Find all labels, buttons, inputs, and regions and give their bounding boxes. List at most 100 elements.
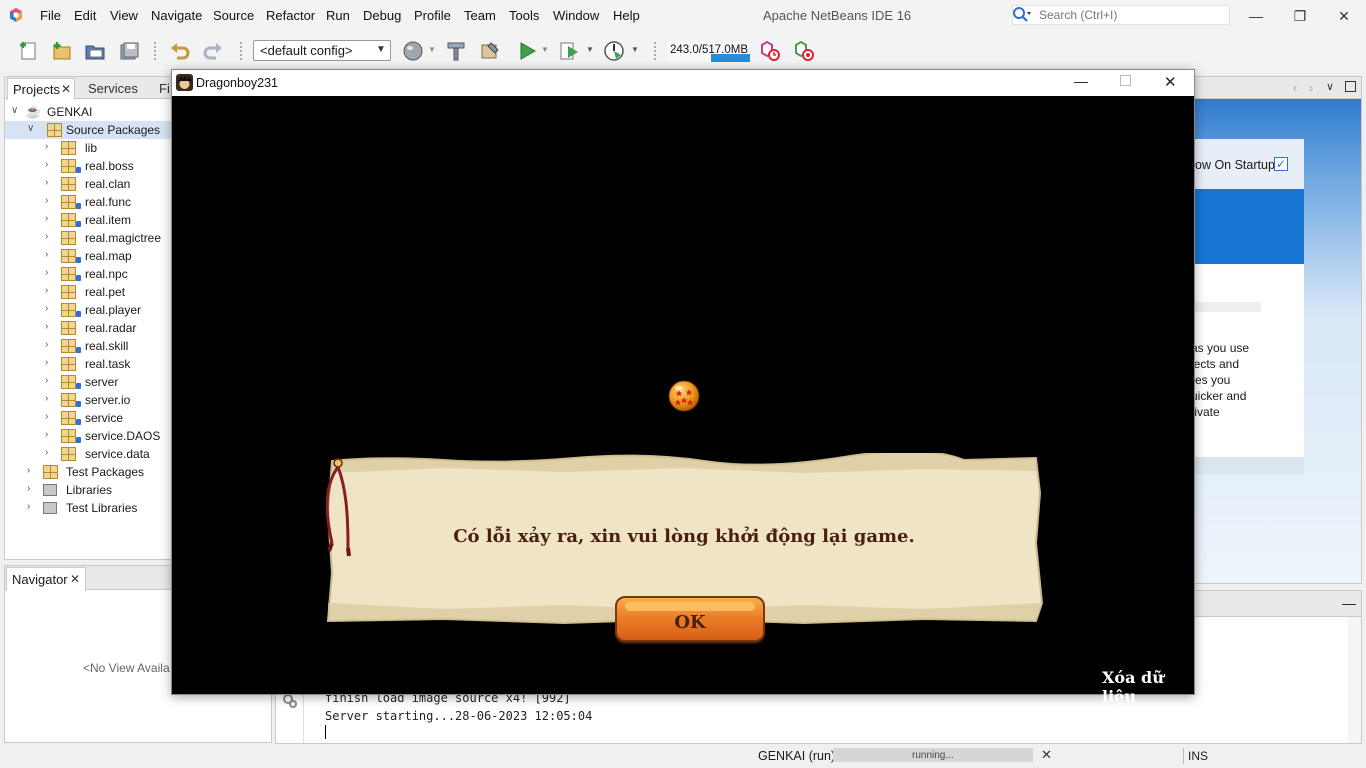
output-scrollbar[interactable]: [1348, 617, 1361, 743]
tab-navigator[interactable]: Navigator ✕: [6, 567, 86, 591]
snapshot-profiler-icon[interactable]: [793, 40, 815, 62]
menu-tools[interactable]: Tools: [509, 8, 539, 23]
test-libraries-node[interactable]: › Test Libraries: [5, 499, 173, 517]
package-node[interactable]: › real.pet: [5, 283, 173, 301]
menu-refactor[interactable]: Refactor: [266, 8, 315, 23]
close-icon[interactable]: ✕: [61, 82, 71, 96]
undo-icon[interactable]: [169, 40, 191, 62]
package-label: real.magictree: [85, 231, 162, 245]
menu-file[interactable]: File: [40, 8, 61, 23]
clear-data-button[interactable]: Xóa dữ liệu: [1102, 668, 1194, 706]
package-icon: [61, 339, 76, 353]
package-label: real.skill: [85, 339, 129, 353]
dragonboy-app-icon: [176, 74, 193, 91]
menu-help[interactable]: Help: [613, 8, 640, 23]
open-project-icon[interactable]: [84, 40, 106, 62]
package-node[interactable]: › real.boss: [5, 157, 173, 175]
badge-icon: [76, 275, 81, 281]
close-button[interactable]: ✕: [1334, 6, 1354, 26]
minimize-button[interactable]: —: [1246, 6, 1266, 26]
menu-window[interactable]: Window: [553, 8, 599, 23]
restore-button[interactable]: ❐: [1290, 6, 1310, 26]
package-node[interactable]: › server: [5, 373, 173, 391]
chevron-right-icon: ›: [45, 339, 49, 350]
close-icon[interactable]: ✕: [70, 572, 80, 586]
minimize-icon[interactable]: —: [1342, 595, 1356, 611]
package-node[interactable]: › real.player: [5, 301, 173, 319]
package-label: real.clan: [85, 177, 131, 191]
tab-files[interactable]: Fi: [159, 81, 170, 96]
show-on-startup-checkbox[interactable]: ✓: [1274, 157, 1288, 171]
package-node[interactable]: › real.magictree: [5, 229, 173, 247]
search-icon[interactable]: [1012, 6, 1032, 24]
badge-icon: [76, 221, 81, 227]
chevron-left-icon[interactable]: ‹: [1293, 80, 1297, 95]
game-canvas[interactable]: Có lỗi xảy ra, xin vui lòng khởi động lạ…: [172, 96, 1194, 706]
new-project-icon[interactable]: [50, 40, 72, 62]
menu-view[interactable]: View: [110, 8, 138, 23]
ok-button-highlight: [625, 602, 755, 611]
gc-profiler-icon[interactable]: [759, 40, 781, 62]
chevron-right-icon: ›: [45, 213, 49, 224]
test-packages-node[interactable]: › Test Packages: [5, 463, 173, 481]
package-label: service: [85, 411, 124, 425]
package-icon: [61, 393, 76, 407]
debug-icon[interactable]: [558, 40, 580, 62]
coffee-cup-icon: ☕: [25, 104, 42, 119]
menu-navigate[interactable]: Navigate: [151, 8, 202, 23]
package-label: real.radar: [85, 321, 137, 335]
menu-run[interactable]: Run: [326, 8, 350, 23]
cancel-task-icon[interactable]: ✕: [1041, 747, 1052, 763]
package-node[interactable]: › service.DAOS: [5, 427, 173, 445]
chevron-right-icon: ›: [45, 285, 49, 296]
run-icon[interactable]: [516, 40, 538, 62]
source-packages-node[interactable]: ∨ Source Packages: [5, 121, 173, 139]
save-all-icon[interactable]: [118, 40, 140, 62]
package-node[interactable]: › real.radar: [5, 319, 173, 337]
chevron-right-icon: ›: [45, 411, 49, 422]
chevron-right-icon[interactable]: ›: [1309, 80, 1313, 95]
package-label: real.func: [85, 195, 132, 209]
ok-button[interactable]: OK: [615, 596, 765, 642]
package-node[interactable]: › server.io: [5, 391, 173, 409]
chevron-down-icon[interactable]: ∨: [1326, 80, 1334, 93]
menu-edit[interactable]: Edit: [74, 8, 96, 23]
chevron-right-icon: ›: [45, 141, 49, 152]
menu-profile[interactable]: Profile: [414, 8, 451, 23]
redo-icon[interactable]: [202, 40, 224, 62]
status-divider: [1183, 748, 1184, 764]
package-node[interactable]: › real.task: [5, 355, 173, 373]
game-minimize-button[interactable]: —: [1074, 73, 1088, 89]
show-on-startup-label: ow On Startup: [1195, 158, 1275, 172]
libraries-node[interactable]: › Libraries: [5, 481, 173, 499]
project-node[interactable]: ∨ ☕ GENKAI: [5, 103, 173, 121]
package-node[interactable]: › real.npc: [5, 265, 173, 283]
game-close-button[interactable]: ✕: [1164, 73, 1177, 91]
game-maximize-button[interactable]: [1120, 75, 1131, 86]
config-select[interactable]: <default config>: [253, 40, 391, 61]
menu-debug[interactable]: Debug: [363, 8, 401, 23]
package-node[interactable]: › real.func: [5, 193, 173, 211]
build-hammer-icon[interactable]: [445, 40, 467, 62]
package-node[interactable]: › real.clan: [5, 175, 173, 193]
package-icon: [61, 141, 76, 155]
profile-icon[interactable]: [603, 40, 625, 62]
node-label: Test Packages: [66, 465, 145, 479]
test-packages-icon: [43, 465, 58, 479]
package-node[interactable]: › service.data: [5, 445, 173, 463]
clean-build-icon[interactable]: [479, 40, 501, 62]
package-label: real.pet: [85, 285, 126, 299]
tab-projects[interactable]: Projects ✕: [7, 78, 75, 100]
package-node[interactable]: › real.item: [5, 211, 173, 229]
tab-services[interactable]: Services: [88, 81, 138, 96]
game-window-title: Dragonboy231: [196, 76, 279, 90]
new-file-icon[interactable]: [17, 40, 39, 62]
package-node[interactable]: › real.skill: [5, 337, 173, 355]
package-node[interactable]: › real.map: [5, 247, 173, 265]
package-node[interactable]: › lib: [5, 139, 173, 157]
package-node[interactable]: › service: [5, 409, 173, 427]
menu-source[interactable]: Source: [213, 8, 254, 23]
menu-team[interactable]: Team: [464, 8, 496, 23]
maximize-icon[interactable]: [1345, 81, 1356, 92]
globe-icon[interactable]: [402, 40, 424, 62]
